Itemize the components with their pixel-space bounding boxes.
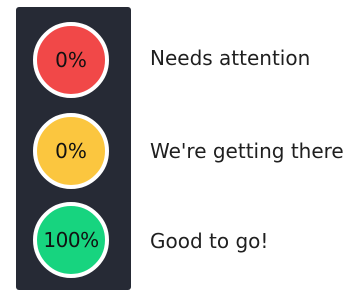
status-light-green-percent: 100% [43,228,99,252]
status-label-getting-there: We're getting there [150,139,344,163]
status-light-yellow-percent: 0% [55,139,87,163]
status-label-good-to-go: Good to go! [150,229,269,253]
status-light-red-percent: 0% [55,48,87,72]
status-light-yellow: 0% [33,113,109,189]
status-light-green: 100% [33,202,109,278]
status-light-red: 0% [33,22,109,98]
status-label-needs-attention: Needs attention [150,46,311,70]
